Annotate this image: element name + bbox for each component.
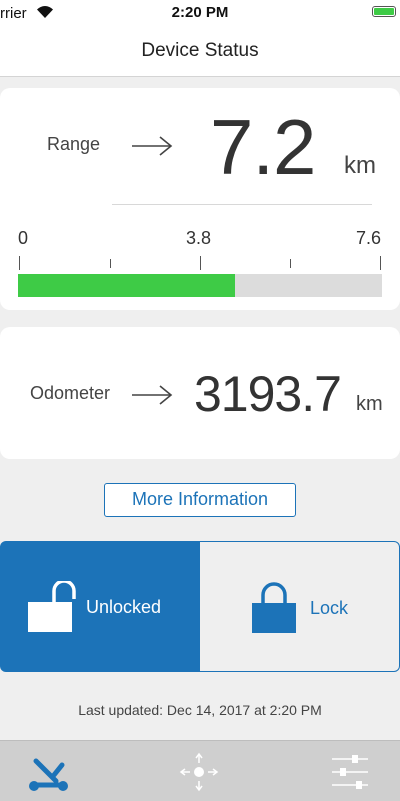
range-card: Range 7.2 km 0 3.8 7.6 (0, 88, 400, 310)
sliders-icon (332, 755, 368, 789)
odometer-card: Odometer 3193.7 km (0, 327, 400, 459)
range-scale-mid: 3.8 (186, 228, 212, 248)
arrow-right-icon (132, 385, 173, 405)
range-value: 7.2 (210, 103, 316, 191)
tab-move[interactable] (133, 741, 266, 801)
scooter-icon (29, 758, 68, 791)
range-progress-bar (18, 274, 382, 297)
lock-label: Lock (310, 598, 349, 618)
odometer-value: 3193.7 (194, 366, 342, 422)
tab-bar (0, 740, 400, 801)
move-icon (179, 752, 219, 792)
odometer-unit: km (356, 393, 383, 415)
lock-button[interactable]: Lock (200, 541, 400, 672)
divider (112, 204, 372, 205)
unlocked-label: Unlocked (86, 597, 162, 617)
range-label: Range (47, 134, 101, 154)
status-bar: rrier 2:20 PM (0, 0, 400, 26)
range-progress-fill (18, 274, 235, 297)
unlocked-padlock-icon (28, 581, 76, 632)
scale-tick (110, 259, 111, 268)
arrow-right-icon (132, 136, 173, 156)
page-title: Device Status (141, 40, 259, 61)
tab-settings[interactable] (266, 741, 399, 801)
scale-tick (380, 256, 381, 270)
odometer-label: Odometer (30, 383, 111, 403)
more-information-button[interactable]: More Information (104, 483, 296, 517)
range-scale-max: 7.6 (356, 228, 382, 248)
range-unit: km (344, 152, 376, 179)
last-updated-text: Last updated: Dec 14, 2017 at 2:20 PM (78, 702, 322, 718)
padlock-icon (252, 582, 296, 633)
scale-tick (200, 256, 201, 270)
navigation-bar: Device Status (0, 26, 400, 77)
unlock-button[interactable]: Unlocked (0, 541, 200, 672)
battery-icon (372, 6, 396, 17)
scale-tick (290, 259, 291, 268)
lock-control: Unlocked Lock (0, 541, 400, 672)
status-time: 2:20 PM (171, 4, 229, 21)
tab-scooter[interactable] (0, 741, 133, 801)
scale-tick (19, 256, 20, 270)
range-scale-min: 0 (18, 228, 29, 248)
